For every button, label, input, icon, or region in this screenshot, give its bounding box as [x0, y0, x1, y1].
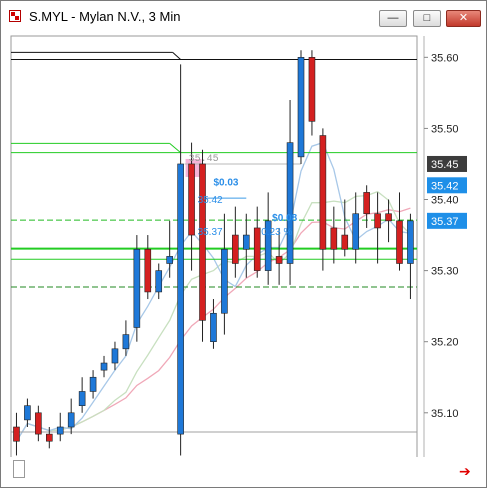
candle-body — [166, 256, 173, 264]
candle-body — [319, 135, 327, 250]
candle-body — [78, 391, 86, 406]
candle-body — [155, 270, 163, 293]
candle-body — [13, 426, 20, 442]
candle-body — [253, 227, 261, 271]
annotation-left-low: 35.37 — [198, 227, 223, 238]
candle-body — [407, 220, 414, 264]
candle-body — [210, 312, 217, 342]
candle-body — [199, 163, 206, 321]
candle-body — [396, 220, 403, 264]
candle-body — [286, 142, 294, 264]
annotation-right-change: $0.08 — [272, 213, 297, 224]
candle-body — [242, 234, 250, 250]
annotation-left-change: $0.03 — [213, 177, 238, 188]
candle-body — [341, 234, 349, 250]
scroll-right-arrow-icon[interactable]: ➔ — [459, 463, 471, 480]
candle-body — [100, 362, 108, 371]
minimize-button[interactable]: — — [379, 10, 407, 27]
price-tick-label: 35.40 — [431, 195, 459, 207]
price-tag-label: 35.42 — [431, 180, 459, 192]
candle-body — [24, 405, 31, 421]
app-icon[interactable] — [9, 10, 21, 22]
candle-body — [352, 213, 360, 250]
annotation-right-pct: 0.23 % — [261, 227, 292, 238]
chart-area[interactable]: 35.45 $0.03 35.42 35.37 $0.08 0.23 % 35.60 35.5… — [9, 33, 486, 487]
price-tick-label: 35.60 — [431, 52, 459, 64]
price-tick-label: 35.30 — [431, 266, 459, 278]
candle-body — [144, 248, 152, 293]
price-tick-label: 35.20 — [431, 337, 459, 349]
candle-body — [177, 163, 184, 435]
candle-body — [46, 433, 53, 442]
candle-body — [111, 348, 119, 364]
chart-window: S.MYL - Mylan N.V., 3 Min — □ ✕ 35.45 $0.… — [0, 0, 487, 488]
scroll-box[interactable] — [13, 460, 25, 478]
annotation-hline-label: 35.45 — [189, 154, 219, 165]
candle-body — [133, 248, 141, 328]
price-chart[interactable]: 35.45 $0.03 35.42 35.37 $0.08 0.23 % 35.60 35.5… — [9, 33, 486, 487]
price-tag-label: 35.37 — [431, 216, 459, 228]
candle-body — [297, 57, 305, 158]
candle-body — [221, 248, 228, 314]
window-title: S.MYL - Mylan N.V., 3 Min — [29, 9, 181, 24]
candle-body — [232, 234, 239, 264]
candle-body — [67, 412, 75, 428]
candle-body — [308, 57, 316, 122]
bottom-bar: ➔ — [1, 457, 486, 487]
candle-body — [275, 256, 283, 264]
candle-body — [363, 192, 370, 215]
candle-body — [35, 412, 42, 435]
candle-body — [374, 213, 381, 229]
candle-body — [188, 163, 195, 236]
price-tick-label: 35.50 — [431, 123, 459, 135]
price-tick-label: 35.10 — [431, 408, 459, 420]
candle-body — [385, 213, 392, 222]
maximize-button[interactable]: □ — [413, 10, 441, 27]
candle-body — [122, 334, 130, 350]
candle-body — [56, 426, 64, 435]
close-button[interactable]: ✕ — [446, 10, 481, 27]
price-tag-label: 35.45 — [431, 159, 459, 171]
candle-body — [89, 376, 97, 392]
title-bar[interactable]: S.MYL - Mylan N.V., 3 Min — □ ✕ — [1, 1, 486, 31]
candle-body — [330, 227, 338, 250]
annotation-left-price: 35.42 — [198, 195, 223, 206]
